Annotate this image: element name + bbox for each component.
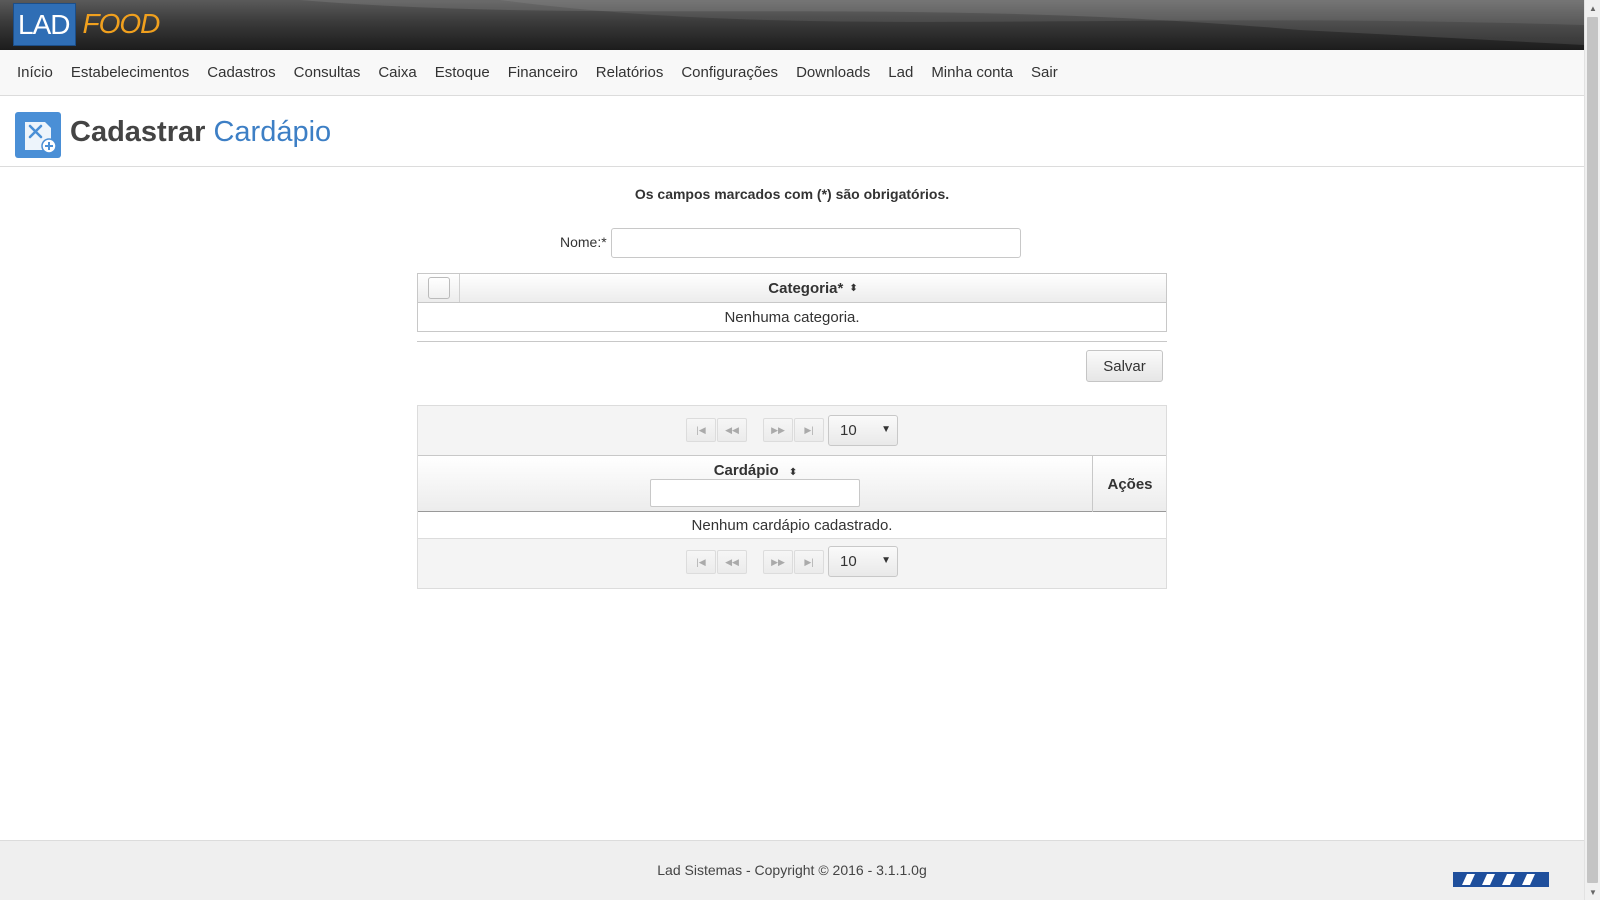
rows-per-page-value: 10 <box>840 553 857 570</box>
nav-item-caixa[interactable]: Caixa <box>369 64 425 81</box>
scroll-thumb[interactable] <box>1587 17 1598 883</box>
next-page-icon[interactable]: ▶▶ <box>763 550 793 574</box>
category-column-label: Categoria* <box>768 279 844 297</box>
page-title-bar: Cadastrar Cardápio <box>0 96 1584 167</box>
cardapio-column-header[interactable]: Cardápio ⬍ <box>418 456 1093 512</box>
header-wave-decoration <box>300 0 1584 45</box>
sort-icon: ⬍ <box>849 282 858 294</box>
chevron-down-icon: ▼ <box>881 555 891 566</box>
nav-item-relatorios[interactable]: Relatórios <box>587 64 673 81</box>
lad-sistemas-logo-icon <box>1453 872 1549 887</box>
chevron-down-icon: ▼ <box>881 424 891 435</box>
nav-item-estoque[interactable]: Estoque <box>426 64 499 81</box>
name-label: Nome:* <box>560 234 607 250</box>
main-nav: Início Estabelecimentos Cadastros Consul… <box>0 50 1584 96</box>
top-header: LAD FOOD <box>0 0 1584 50</box>
cardapio-filter-input[interactable] <box>650 479 860 507</box>
divider <box>417 341 1167 342</box>
category-table-header: Categoria* ⬍ <box>418 274 1166 303</box>
prev-page-icon[interactable]: ◀◀ <box>717 418 747 442</box>
logo-food-text: FOOD <box>82 8 160 39</box>
save-button[interactable]: Salvar <box>1086 350 1163 382</box>
cardapio-column-title: Cardápio ⬍ <box>418 462 1093 479</box>
rows-per-page-value: 10 <box>840 422 857 439</box>
last-page-icon[interactable]: ▶| <box>794 418 824 442</box>
select-all-cell <box>418 274 460 302</box>
category-column-header[interactable]: Categoria* ⬍ <box>460 274 1166 302</box>
nav-item-lad[interactable]: Lad <box>879 64 922 81</box>
nav-item-inicio[interactable]: Início <box>8 64 62 81</box>
footer-copyright: Lad Sistemas - Copyright © 2016 - 3.1.1.… <box>657 862 927 878</box>
page-title-main: Cadastrar <box>70 116 206 148</box>
nav-item-minha-conta[interactable]: Minha conta <box>922 64 1022 81</box>
category-table: Categoria* ⬍ Nenhuma categoria. <box>417 273 1167 332</box>
menu-table-header: Cardápio ⬍ Ações <box>418 455 1166 512</box>
menu-list-panel: |◀ ◀◀ ▶▶ ▶| 10 ▼ Cardápio ⬍ Ações Nenhum… <box>417 405 1167 589</box>
first-page-icon[interactable]: |◀ <box>686 418 716 442</box>
select-all-checkbox[interactable] <box>427 277 450 299</box>
vertical-scrollbar[interactable]: ▲ ▼ <box>1584 0 1600 900</box>
sort-icon: ⬍ <box>788 467 798 478</box>
first-page-icon[interactable]: |◀ <box>686 550 716 574</box>
nav-item-downloads[interactable]: Downloads <box>787 64 879 81</box>
rows-per-page-select[interactable]: 10 ▼ <box>828 546 898 577</box>
prev-page-icon[interactable]: ◀◀ <box>717 550 747 574</box>
required-fields-note: Os campos marcados com (*) são obrigatór… <box>634 186 950 202</box>
nav-item-consultas[interactable]: Consultas <box>285 64 370 81</box>
top-paginator: |◀ ◀◀ ▶▶ ▶| 10 ▼ <box>418 406 1166 446</box>
next-page-icon[interactable]: ▶▶ <box>763 418 793 442</box>
nav-item-financeiro[interactable]: Financeiro <box>499 64 587 81</box>
name-input[interactable] <box>611 228 1021 258</box>
menu-add-icon <box>15 112 61 158</box>
logo-lad-text: LAD <box>13 3 77 46</box>
scroll-down-icon[interactable]: ▼ <box>1585 884 1600 900</box>
ladfood-logo[interactable]: LAD FOOD <box>13 3 160 46</box>
nav-item-sair[interactable]: Sair <box>1022 64 1067 81</box>
menu-empty-message: Nenhum cardápio cadastrado. <box>418 512 1166 539</box>
app: LAD FOOD Início Estabelecimentos Cadastr… <box>0 0 1584 900</box>
scroll-up-icon[interactable]: ▲ <box>1585 0 1600 16</box>
category-empty-message: Nenhuma categoria. <box>418 303 1166 331</box>
rows-per-page-select[interactable]: 10 ▼ <box>828 415 898 446</box>
bottom-paginator: |◀ ◀◀ ▶▶ ▶| 10 ▼ <box>418 542 1166 582</box>
last-page-icon[interactable]: ▶| <box>794 550 824 574</box>
footer: Lad Sistemas - Copyright © 2016 - 3.1.1.… <box>0 840 1584 900</box>
cardapio-column-label: Cardápio <box>713 462 779 479</box>
nav-item-cadastros[interactable]: Cadastros <box>198 64 284 81</box>
nav-item-configuracoes[interactable]: Configurações <box>672 64 787 81</box>
page-title-accent: Cardápio <box>213 116 332 148</box>
acoes-column-header: Ações <box>1107 475 1153 493</box>
page-title: Cadastrar Cardápio <box>70 116 331 149</box>
nav-item-estabelecimentos[interactable]: Estabelecimentos <box>62 64 198 81</box>
